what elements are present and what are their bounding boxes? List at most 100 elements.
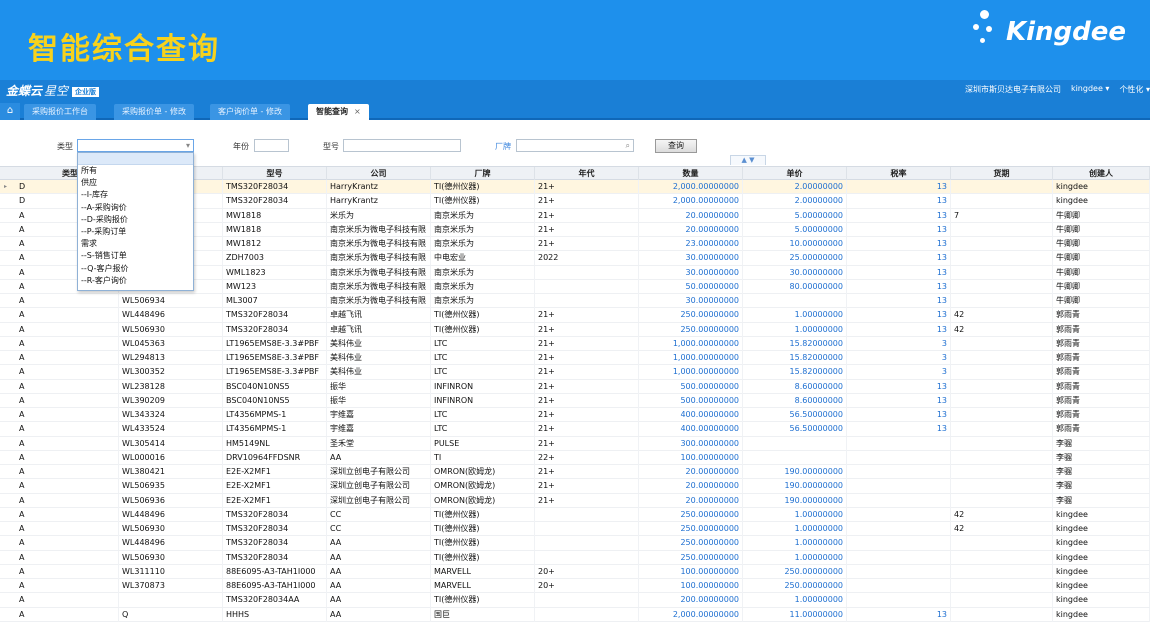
cell-code[interactable]: WL294813: [119, 351, 223, 365]
dropdown-option[interactable]: 供应: [78, 177, 193, 189]
cell-delivery[interactable]: [951, 393, 1053, 408]
brand-input[interactable]: ⌕: [516, 139, 634, 152]
cell-model[interactable]: MW1812: [223, 237, 327, 251]
cell-code[interactable]: WL506936: [119, 493, 223, 508]
cell-price[interactable]: 2.00000000: [743, 180, 847, 194]
col-price[interactable]: 单价: [743, 167, 847, 180]
cell-model[interactable]: TMS320F28034: [223, 194, 327, 209]
cell-model[interactable]: TMS320F28034: [223, 522, 327, 536]
type-select[interactable]: ▾: [77, 139, 194, 152]
cell-year[interactable]: [535, 522, 639, 536]
cell-delivery[interactable]: 42: [951, 522, 1053, 536]
cell-quantity[interactable]: 20.00000000: [639, 208, 743, 223]
cell-year[interactable]: [535, 265, 639, 280]
chevron-down-icon[interactable]: ▾: [186, 140, 190, 151]
cell-quantity[interactable]: 250.00000000: [639, 322, 743, 337]
cell-quantity[interactable]: 20.00000000: [639, 479, 743, 494]
user-menu[interactable]: kingdee ▾: [1071, 84, 1109, 95]
cell-year[interactable]: 21+: [535, 351, 639, 365]
cell-type[interactable]: A: [16, 422, 119, 437]
table-row[interactable]: A WL000016 DRV10964FFDSNR AA TI 22+ 100.000000…: [0, 450, 1150, 465]
table-row[interactable]: A WL311110 88E6095-A3-TAH1I000 AA MARVELL 20+…: [0, 564, 1150, 579]
cell-brand[interactable]: PULSE: [431, 436, 535, 451]
cell-company[interactable]: 振华: [327, 379, 431, 394]
cell-model[interactable]: MW1818: [223, 222, 327, 237]
dropdown-empty-option[interactable]: [78, 153, 193, 165]
cell-year[interactable]: 21+: [535, 465, 639, 479]
cell-price[interactable]: 1.00000000: [743, 507, 847, 522]
cell-creator[interactable]: 郭雨青: [1053, 422, 1150, 437]
cell-code[interactable]: WL448496: [119, 308, 223, 323]
model-input[interactable]: [343, 139, 461, 152]
cell-creator[interactable]: 牛卿卿: [1053, 251, 1150, 266]
cell-quantity[interactable]: 30.00000000: [639, 251, 743, 266]
cell-delivery[interactable]: [951, 465, 1053, 479]
dropdown-option[interactable]: --S-销售订单: [78, 250, 193, 262]
cell-year[interactable]: 21+: [535, 422, 639, 437]
cell-tax[interactable]: [847, 536, 951, 551]
cell-year[interactable]: [535, 550, 639, 565]
cell-price[interactable]: 5.00000000: [743, 208, 847, 223]
cell-price[interactable]: 190.00000000: [743, 479, 847, 494]
cell-quantity[interactable]: 100.00000000: [639, 579, 743, 593]
cell-year[interactable]: [535, 294, 639, 308]
cell-quantity[interactable]: 250.00000000: [639, 536, 743, 551]
cell-model[interactable]: TMS320F28034AA: [223, 593, 327, 608]
cell-price[interactable]: 10.00000000: [743, 237, 847, 251]
cell-tax[interactable]: 13: [847, 279, 951, 294]
table-row[interactable]: A WL045363 LT1965EMS8E-3.3#PBF 美科伟业 LTC 21+ 1,…: [0, 336, 1150, 351]
cell-brand[interactable]: MARVELL: [431, 564, 535, 579]
cell-quantity[interactable]: 100.00000000: [639, 564, 743, 579]
cell-price[interactable]: 25.00000000: [743, 251, 847, 266]
cell-type[interactable]: A: [16, 593, 119, 608]
cell-tax[interactable]: 13: [847, 208, 951, 223]
cell-model[interactable]: TMS320F28034: [223, 308, 327, 323]
cell-creator[interactable]: 李骝: [1053, 465, 1150, 479]
cell-code[interactable]: WL045363: [119, 336, 223, 351]
table-row[interactable]: A WL448496 TMS320F28034 卓越飞讯 TI(德州仪器) 21+ 250.…: [0, 308, 1150, 323]
cell-brand[interactable]: 南京米乐为: [431, 279, 535, 294]
table-row[interactable]: A Q HHHS AA 国巨 2,000.00000000 11.00000000 13 kin…: [0, 607, 1150, 622]
cell-quantity[interactable]: 250.00000000: [639, 507, 743, 522]
cell-code[interactable]: WL380421: [119, 465, 223, 479]
cell-model[interactable]: ZDH7003: [223, 251, 327, 266]
cell-model[interactable]: ML3007: [223, 294, 327, 308]
cell-price[interactable]: 250.00000000: [743, 579, 847, 593]
cell-creator[interactable]: 牛卿卿: [1053, 222, 1150, 237]
cell-company[interactable]: 美科伟业: [327, 365, 431, 380]
cell-company[interactable]: 深圳立创电子有限公司: [327, 465, 431, 479]
cell-company[interactable]: 宇维嘉: [327, 408, 431, 422]
cell-brand[interactable]: INFINRON: [431, 393, 535, 408]
cell-company[interactable]: 宇维嘉: [327, 422, 431, 437]
cell-code[interactable]: WL305414: [119, 436, 223, 451]
cell-creator[interactable]: 李骝: [1053, 436, 1150, 451]
cell-price[interactable]: 56.50000000: [743, 422, 847, 437]
cell-delivery[interactable]: [951, 379, 1053, 394]
cell-company[interactable]: AA: [327, 593, 431, 608]
table-row[interactable]: A WL506930 TMS320F28034 卓越飞讯 TI(德州仪器) 21+ 250.…: [0, 322, 1150, 337]
cell-delivery[interactable]: [951, 564, 1053, 579]
table-row[interactable]: A WL300352 LT1965EMS8E-3.3#PBF 美科伟业 LTC 21+ 1,…: [0, 365, 1150, 380]
cell-quantity[interactable]: 1,000.00000000: [639, 351, 743, 365]
cell-tax[interactable]: 13: [847, 393, 951, 408]
cell-company[interactable]: HarryKrantz: [327, 194, 431, 209]
cell-delivery[interactable]: [951, 493, 1053, 508]
cell-company[interactable]: AA: [327, 550, 431, 565]
cell-brand[interactable]: MARVELL: [431, 579, 535, 593]
cell-model[interactable]: HHHS: [223, 607, 327, 622]
cell-delivery[interactable]: [951, 479, 1053, 494]
cell-code[interactable]: WL343324: [119, 408, 223, 422]
col-tax[interactable]: 税率: [847, 167, 951, 180]
cell-model[interactable]: MW1818: [223, 208, 327, 223]
cell-brand[interactable]: TI(德州仪器): [431, 194, 535, 209]
cell-model[interactable]: LT4356MPMS-1: [223, 408, 327, 422]
cell-type[interactable]: A: [16, 465, 119, 479]
cell-price[interactable]: [743, 436, 847, 451]
cell-creator[interactable]: 李骝: [1053, 479, 1150, 494]
cell-creator[interactable]: kingdee: [1053, 522, 1150, 536]
cell-creator[interactable]: kingdee: [1053, 607, 1150, 622]
cell-tax[interactable]: [847, 507, 951, 522]
cell-creator[interactable]: kingdee: [1053, 536, 1150, 551]
cell-company[interactable]: AA: [327, 607, 431, 622]
cell-year[interactable]: 21+: [535, 308, 639, 323]
